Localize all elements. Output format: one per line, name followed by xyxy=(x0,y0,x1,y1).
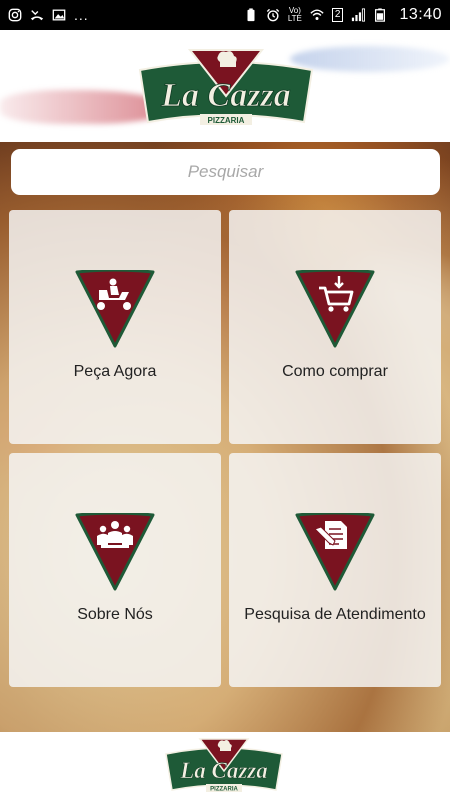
menu-card-service-survey[interactable]: Pesquisa de Atendimento xyxy=(229,453,441,687)
menu-card-how-to-buy[interactable]: Como comprar xyxy=(229,210,441,444)
signal-icon xyxy=(352,8,366,22)
main-menu-area: Peça Agora Como comprar Sobre Nós xyxy=(0,142,450,732)
menu-card-about-us[interactable]: Sobre Nós xyxy=(9,453,221,687)
menu-card-label: Sobre Nós xyxy=(77,606,153,623)
shopping-cart-icon xyxy=(295,270,375,348)
la-cazza-logo: La Cazza PIZZARIA xyxy=(165,738,283,793)
svg-text:La Cazza: La Cazza xyxy=(179,758,268,783)
app-footer: La Cazza PIZZARIA xyxy=(0,732,450,800)
delivery-scooter-icon xyxy=(75,270,155,348)
status-bar: ... Vo) LTE 2 13:40 xyxy=(0,0,450,30)
svg-text:PIZZARIA: PIZZARIA xyxy=(208,116,245,125)
search-input[interactable] xyxy=(11,149,440,195)
app-header: La Cazza PIZZARIA xyxy=(0,30,450,142)
instagram-icon xyxy=(8,8,22,22)
battery-icon xyxy=(375,8,386,22)
la-cazza-logo: La Cazza PIZZARIA xyxy=(138,49,314,125)
image-icon xyxy=(52,9,66,21)
alarm-icon xyxy=(266,8,279,22)
battery-saver-icon xyxy=(247,8,255,22)
network-type: LTE xyxy=(287,14,302,23)
svg-text:PIZZARIA: PIZZARIA xyxy=(210,787,238,793)
status-bar-right: Vo) LTE 2 13:40 xyxy=(244,6,442,24)
volte-indicator: Vo) LTE xyxy=(288,7,302,23)
menu-card-label: Pesquisa de Atendimento xyxy=(244,606,426,623)
notification-overflow: ... xyxy=(74,7,89,23)
menu-card-label: Peça Agora xyxy=(73,363,157,380)
search-bar xyxy=(11,149,440,195)
clock: 13:40 xyxy=(399,6,442,23)
svg-text:La Cazza: La Cazza xyxy=(160,77,290,114)
survey-form-icon xyxy=(295,513,375,591)
team-icon xyxy=(75,513,155,591)
menu-card-order-now[interactable]: Peça Agora xyxy=(9,210,221,444)
sim-badge: 2 xyxy=(331,8,344,22)
status-bar-left: ... xyxy=(8,7,89,23)
wifi-icon xyxy=(310,9,324,20)
missed-call-icon xyxy=(30,10,44,21)
menu-card-label: Como comprar xyxy=(282,363,388,380)
